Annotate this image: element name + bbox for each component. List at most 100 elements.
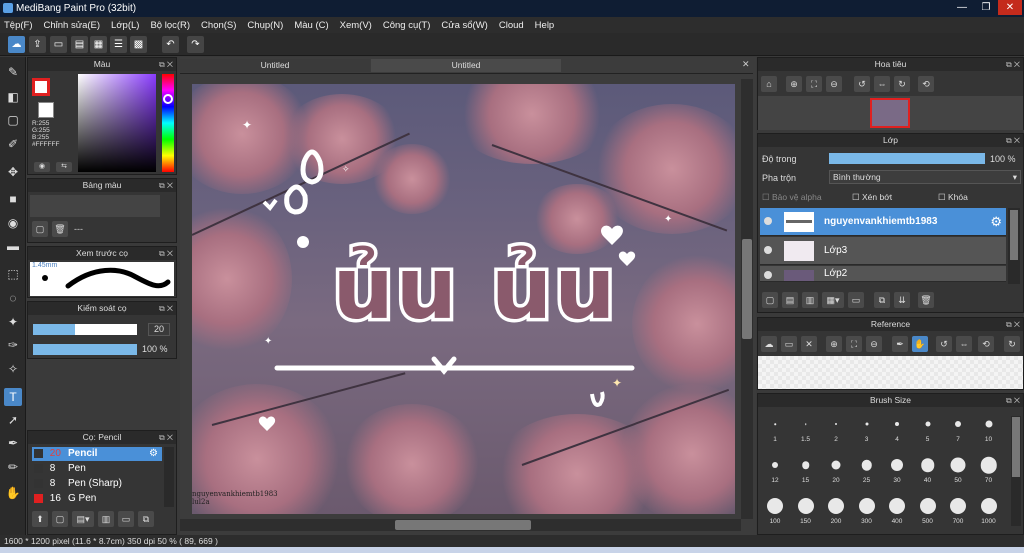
layer-opacity-slider[interactable] [829,153,985,164]
hand-tool-icon[interactable]: ✋ [4,484,22,502]
saturation-value-picker[interactable] [78,74,156,172]
flip-icon[interactable]: ⇔ [874,76,890,92]
brush-size-option[interactable]: 100 [760,492,790,528]
menu-layer[interactable]: Lớp(L) [111,20,139,31]
menu-cloud[interactable]: Cloud [499,20,524,31]
canvas-horizontal-scrollbar[interactable] [180,519,741,531]
brush-size-value[interactable]: 20 [148,323,170,336]
brush-size-option[interactable]: 50 [943,451,973,487]
menu-edit[interactable]: Chỉnh sửa(E) [44,20,101,31]
brush-size-option[interactable]: 5 [913,410,943,446]
eyedropper-tool-icon[interactable]: ✒ [4,434,22,452]
brush-size-option[interactable]: 15 [791,451,821,487]
delete-palette-icon[interactable]: 🗑 [52,221,68,237]
grid-icon[interactable]: ▩ [130,36,147,53]
folder-icon[interactable]: ▭ [848,292,864,308]
redo-icon[interactable]: ↷ [187,36,204,53]
zoom-in-icon[interactable]: ⊕ [786,76,802,92]
lasso-tool-icon[interactable]: ◌ [4,289,22,307]
horizontal-scroll-thumb[interactable] [395,520,531,530]
navigator-viewport[interactable] [870,98,910,128]
brush-list-scrollbar[interactable] [164,447,174,507]
maximize-button[interactable]: ❐ [974,0,998,15]
reference-folder-icon[interactable]: ▭ [781,336,797,352]
magic-wand-icon[interactable]: ✦ [4,313,22,331]
menu-window[interactable]: Cửa sổ(W) [441,20,487,31]
fit-icon[interactable]: ⛶ [806,76,822,92]
eyedropper-icon[interactable]: ✒ [892,336,908,352]
undo-icon[interactable]: ↶ [162,36,179,53]
menu-select[interactable]: Chọn(S) [201,20,236,31]
folder-icon[interactable]: ▭ [118,511,134,527]
eye-icon[interactable] [764,271,772,279]
new-brush-icon[interactable]: ▢ [52,511,68,527]
gradient-tool-icon[interactable]: ▬ [4,237,22,255]
eye-icon[interactable] [764,217,772,225]
hand-icon[interactable]: ✋ [912,336,928,352]
new-8bit-layer-icon[interactable]: ▥ [802,292,818,308]
merge-layer-icon[interactable]: ⇊ [894,292,910,308]
gear-icon[interactable]: ⚙ [990,214,1002,230]
new-layer-icon[interactable]: ▢ [762,292,778,308]
brush-size-option[interactable]: 700 [943,492,973,528]
lock-checkbox[interactable]: ☐ Khóa [938,192,968,203]
eraser-tool-icon[interactable]: ◧ [4,88,22,106]
brush-size-option[interactable]: 70 [974,451,1004,487]
brush-size-option[interactable]: 30 [882,451,912,487]
menu-snap[interactable]: Chụp(N) [247,20,283,31]
brush-size-option[interactable]: 4 [882,410,912,446]
palette-area[interactable] [30,195,160,217]
canvas-vertical-scrollbar[interactable] [741,79,753,519]
layer-menu-icon[interactable]: ▦▾ [822,292,844,308]
zoom-in-icon[interactable]: ⊕ [826,336,842,352]
brush-size-option[interactable]: 7 [943,410,973,446]
clipping-checkbox[interactable]: ☐ Xén bớt [852,192,892,203]
dot-tool-icon[interactable]: ✐ [4,135,22,153]
brush-size-option[interactable]: 1000 [974,492,1004,528]
layer-list-scrollbar[interactable] [1008,208,1020,284]
brush-size-option[interactable]: 25 [852,451,882,487]
zoom-out-icon[interactable]: ⊖ [826,76,842,92]
menu-filter[interactable]: Bộ lọc(R) [150,20,190,31]
minimize-button[interactable]: — [950,0,974,15]
vertical-scroll-thumb[interactable] [742,239,752,339]
layer-row[interactable]: Lớp2 [760,266,1006,282]
brush-size-option[interactable]: 150 [791,492,821,528]
reset-view-icon[interactable]: ⟲ [918,76,934,92]
brush-size-slider[interactable] [33,324,137,335]
brush-item-pen[interactable]: 8 Pen [32,462,162,476]
duplicate-layer-icon[interactable]: ⧉ [874,292,890,308]
fill-rect-tool-icon[interactable]: ■ [4,190,22,208]
hue-slider-handle[interactable] [163,94,173,104]
rectangle-tool-icon[interactable]: ▢ [4,111,22,129]
brush-size-option[interactable]: 2 [821,410,851,446]
rotate-left-icon[interactable]: ↺ [854,76,870,92]
menu-tools[interactable]: Công cụ(T) [383,20,431,31]
rotate-right-icon[interactable]: ↻ [894,76,910,92]
brush-item-pen-sharp[interactable]: 8 Pen (Sharp) [32,477,162,491]
select-pen-icon[interactable]: ✑ [4,336,22,354]
reset-view-icon[interactable]: ⟲ [978,336,994,352]
new-halftone-layer-icon[interactable]: ▤ [782,292,798,308]
select-tool-icon[interactable]: ⬚ [4,265,22,283]
pen-tool-icon[interactable]: ✏ [4,458,22,476]
brush-item-pencil[interactable]: 20 Pencil ⚙ [32,447,162,461]
brush-size-option[interactable]: 200 [821,492,851,528]
page-icon[interactable]: ▦ [90,36,107,53]
menu-file[interactable]: Tệp(F) [4,20,33,31]
flip-icon[interactable]: ⇔ [956,336,972,352]
hue-slider[interactable] [162,74,174,172]
zoom-out-icon[interactable]: ⊖ [866,336,882,352]
brush-size-scrollbar[interactable] [1011,416,1021,526]
protect-alpha-checkbox[interactable]: ☐ Bảo vệ alpha [762,192,822,203]
brush-size-option[interactable]: 40 [913,451,943,487]
brush-opacity-slider[interactable] [33,344,137,355]
rotate-left-icon[interactable]: ↺ [936,336,952,352]
brush-size-option[interactable]: 500 [913,492,943,528]
fit-icon[interactable]: ⛶ [846,336,862,352]
gear-icon[interactable]: ⚙ [149,447,158,461]
bucket-tool-icon[interactable]: ◉ [4,214,22,232]
eye-icon[interactable] [764,246,772,254]
layer-row[interactable]: Lớp3 [760,237,1006,265]
panel-icon[interactable]: ▤ [71,36,88,53]
